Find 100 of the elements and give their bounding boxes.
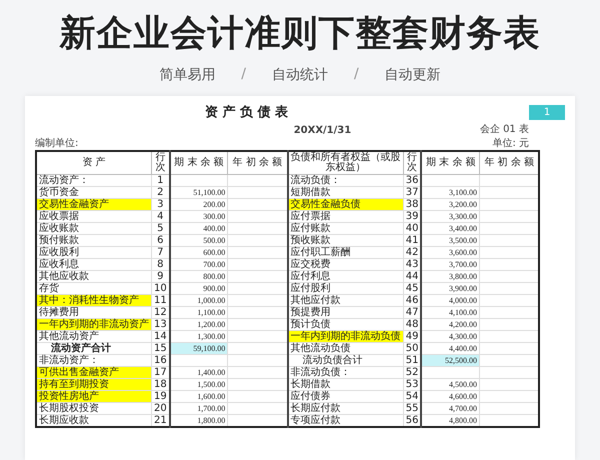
account-name: 应收票据 bbox=[36, 210, 152, 222]
line-number: 8 bbox=[152, 258, 170, 270]
line-number: 9 bbox=[152, 270, 170, 282]
line-number: 53 bbox=[403, 378, 422, 390]
closing-balance: 4,100.00 bbox=[421, 306, 480, 318]
closing-balance: 4,300.00 bbox=[421, 330, 480, 342]
line-number: 21 bbox=[152, 414, 170, 427]
tagline: 自动更新 bbox=[384, 66, 441, 84]
line-number: 17 bbox=[152, 366, 170, 378]
line-number: 40 bbox=[403, 222, 422, 234]
line-number: 48 bbox=[403, 318, 422, 330]
closing-balance: 400.00 bbox=[170, 222, 228, 234]
headline: 新企业会计准则下整套财务表 bbox=[60, 12, 540, 56]
closing-balance: 900.00 bbox=[170, 282, 228, 294]
line-number: 12 bbox=[152, 306, 170, 318]
line-number: 4 bbox=[152, 210, 170, 222]
account-name: 应收利息 bbox=[36, 258, 152, 270]
account-name: 其他流动资产 bbox=[36, 330, 152, 342]
form-code: 会企 01 表 bbox=[480, 122, 529, 136]
account-name: 长期借款 bbox=[288, 378, 404, 390]
closing-balance: 200.00 bbox=[170, 198, 228, 210]
line-number: 2 bbox=[152, 186, 170, 198]
separator: / bbox=[241, 66, 246, 84]
line-number: 5 bbox=[152, 222, 170, 234]
closing-balance: 1,000.00 bbox=[170, 294, 228, 306]
account-name: 流动负债合计 bbox=[288, 354, 404, 366]
account-name: 交易性金融负债 bbox=[288, 198, 404, 210]
line-number: 38 bbox=[403, 198, 422, 210]
closing-balance: 3,100.00 bbox=[421, 186, 480, 198]
closing-balance: 4,600.00 bbox=[421, 390, 480, 402]
account-name: 应交税费 bbox=[288, 258, 404, 270]
account-name: 预提费用 bbox=[288, 306, 404, 318]
report-date: 20XX/1/31 bbox=[294, 125, 352, 136]
column-header: 负债和所有者权益（或股东权益） bbox=[288, 151, 404, 174]
account-name: 流动资产： bbox=[36, 174, 152, 186]
closing-balance: 500.00 bbox=[170, 234, 228, 246]
account-name: 一年内到期的非流动负债 bbox=[288, 330, 404, 342]
closing-balance: 4,500.00 bbox=[421, 378, 480, 390]
line-number: 43 bbox=[403, 258, 422, 270]
account-name: 应付票据 bbox=[288, 210, 404, 222]
closing-balance: 700.00 bbox=[170, 258, 228, 270]
line-number: 52 bbox=[403, 366, 422, 378]
account-name: 应付股利 bbox=[288, 282, 404, 294]
closing-balance: 4,200.00 bbox=[421, 318, 480, 330]
line-number: 13 bbox=[152, 318, 170, 330]
account-name: 交易性金融资产 bbox=[36, 198, 152, 210]
closing-balance: 800.00 bbox=[170, 270, 228, 282]
line-number: 14 bbox=[152, 330, 170, 342]
account-name: 一年内到期的非流动资产 bbox=[36, 318, 152, 330]
account-name: 长期股权投资 bbox=[36, 402, 152, 414]
account-name: 其他应收款 bbox=[36, 270, 152, 282]
company-label: 编制单位: bbox=[35, 136, 78, 150]
column-header: 行次 bbox=[403, 151, 422, 174]
account-name: 其他应付款 bbox=[288, 294, 404, 306]
line-number: 19 bbox=[152, 390, 170, 402]
account-name: 预付账款 bbox=[36, 234, 152, 246]
column-header: 行次 bbox=[152, 151, 170, 174]
tagline: 自动统计 bbox=[272, 66, 328, 84]
account-name: 其中：消耗性生物资产 bbox=[36, 294, 152, 306]
line-number: 18 bbox=[152, 378, 170, 390]
line-number: 50 bbox=[403, 342, 422, 354]
closing-balance: 600.00 bbox=[170, 246, 228, 258]
line-number: 46 bbox=[403, 294, 422, 306]
line-number: 49 bbox=[403, 330, 422, 342]
account-name: 专项应付款 bbox=[288, 414, 404, 427]
closing-balance: 3,600.00 bbox=[421, 246, 480, 258]
line-number: 3 bbox=[152, 198, 170, 210]
line-number: 6 bbox=[152, 234, 170, 246]
line-number: 45 bbox=[403, 282, 422, 294]
line-number: 1 bbox=[152, 174, 170, 186]
closing-balance: 3,500.00 bbox=[421, 234, 480, 246]
separator: / bbox=[354, 66, 359, 84]
closing-balance: 4,700.00 bbox=[421, 402, 480, 414]
account-name: 应收股利 bbox=[36, 246, 152, 258]
closing-balance: 4,000.00 bbox=[421, 294, 480, 306]
closing-balance: 1,200.00 bbox=[170, 318, 228, 330]
account-name: 应付利息 bbox=[288, 270, 404, 282]
closing-balance: 52,500.00 bbox=[421, 354, 480, 366]
account-name: 预收账款 bbox=[288, 234, 404, 246]
account-name: 应付债券 bbox=[288, 390, 404, 402]
account-name: 非流动负债： bbox=[288, 366, 404, 378]
account-name: 应收账款 bbox=[36, 222, 152, 234]
closing-balance: 300.00 bbox=[170, 210, 228, 222]
account-name: 持有至到期投资 bbox=[36, 378, 152, 390]
closing-balance: 3,900.00 bbox=[421, 282, 480, 294]
column-header: 资 产 bbox=[36, 151, 152, 174]
line-number: 44 bbox=[403, 270, 422, 282]
line-number: 37 bbox=[403, 186, 422, 198]
account-name: 应付账款 bbox=[288, 222, 404, 234]
tagline: 简单易用 bbox=[159, 66, 216, 84]
line-number: 47 bbox=[403, 306, 422, 318]
closing-balance: 3,800.00 bbox=[421, 270, 480, 282]
account-name: 其他流动负债 bbox=[288, 342, 404, 354]
account-name: 可供出售金融资产 bbox=[36, 366, 152, 378]
unit-label: 单位: 元 bbox=[492, 136, 529, 150]
line-number: 20 bbox=[152, 402, 170, 414]
closing-balance: 1,100.00 bbox=[170, 306, 228, 318]
line-number: 11 bbox=[152, 294, 170, 306]
closing-balance: 3,700.00 bbox=[421, 258, 480, 270]
closing-balance: 1,500.00 bbox=[170, 378, 228, 390]
